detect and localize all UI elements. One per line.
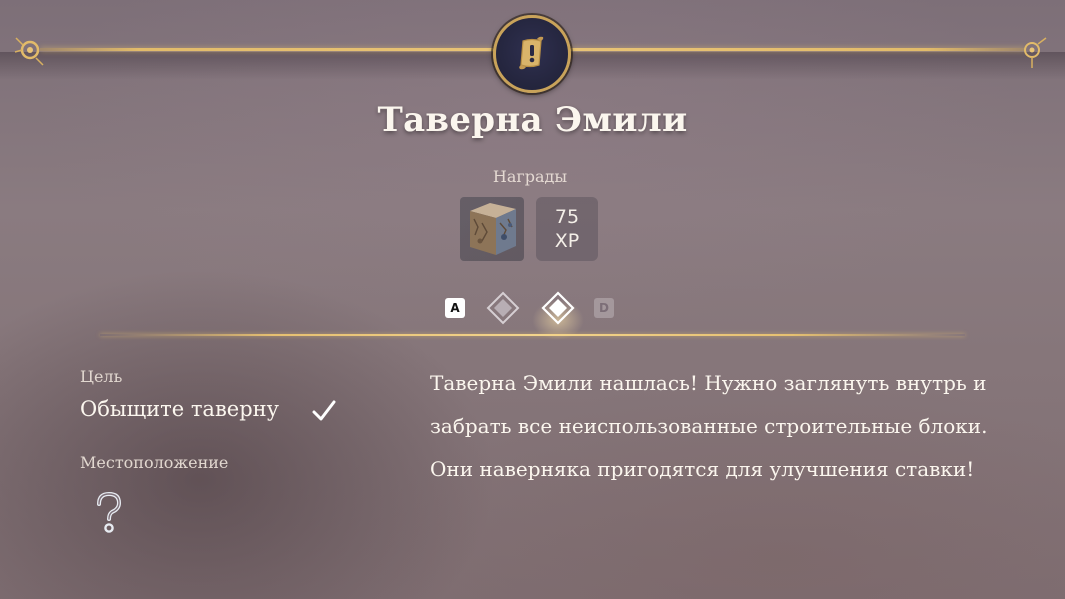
page-navigation: A D — [0, 286, 1065, 340]
page-indicator-2[interactable] — [541, 291, 575, 325]
quest-badge — [493, 15, 571, 93]
goal-label: Цель — [80, 367, 123, 386]
xp-unit: XP — [554, 230, 580, 252]
rewards-label: Награды — [492, 167, 568, 186]
quest-title: Таверна Эмили — [377, 100, 688, 140]
xp-reward: 75 XP — [536, 197, 598, 261]
goal-text: Обыщите таверну — [80, 397, 279, 421]
left-ornament-icon — [14, 37, 44, 66]
unknown-location-icon — [97, 491, 122, 533]
page-indicator-1[interactable] — [486, 291, 520, 325]
right-ornament-icon — [1024, 37, 1047, 68]
checkmark-icon — [312, 400, 336, 421]
quest-panel: Таверна Эмили Награды 75 XP A D Цель Обы… — [0, 0, 1065, 599]
quest-scroll-icon — [519, 36, 544, 70]
section-divider — [100, 334, 965, 336]
location-label: Местоположение — [80, 453, 229, 472]
stone-block-icon — [470, 203, 516, 255]
quest-description: Таверна Эмили нашлась! Нужно заглянуть в… — [430, 371, 988, 481]
prev-page-key[interactable]: A — [445, 298, 465, 318]
xp-value: 75 — [554, 206, 580, 228]
reward-item[interactable] — [460, 197, 524, 261]
next-page-key[interactable]: D — [594, 298, 614, 318]
